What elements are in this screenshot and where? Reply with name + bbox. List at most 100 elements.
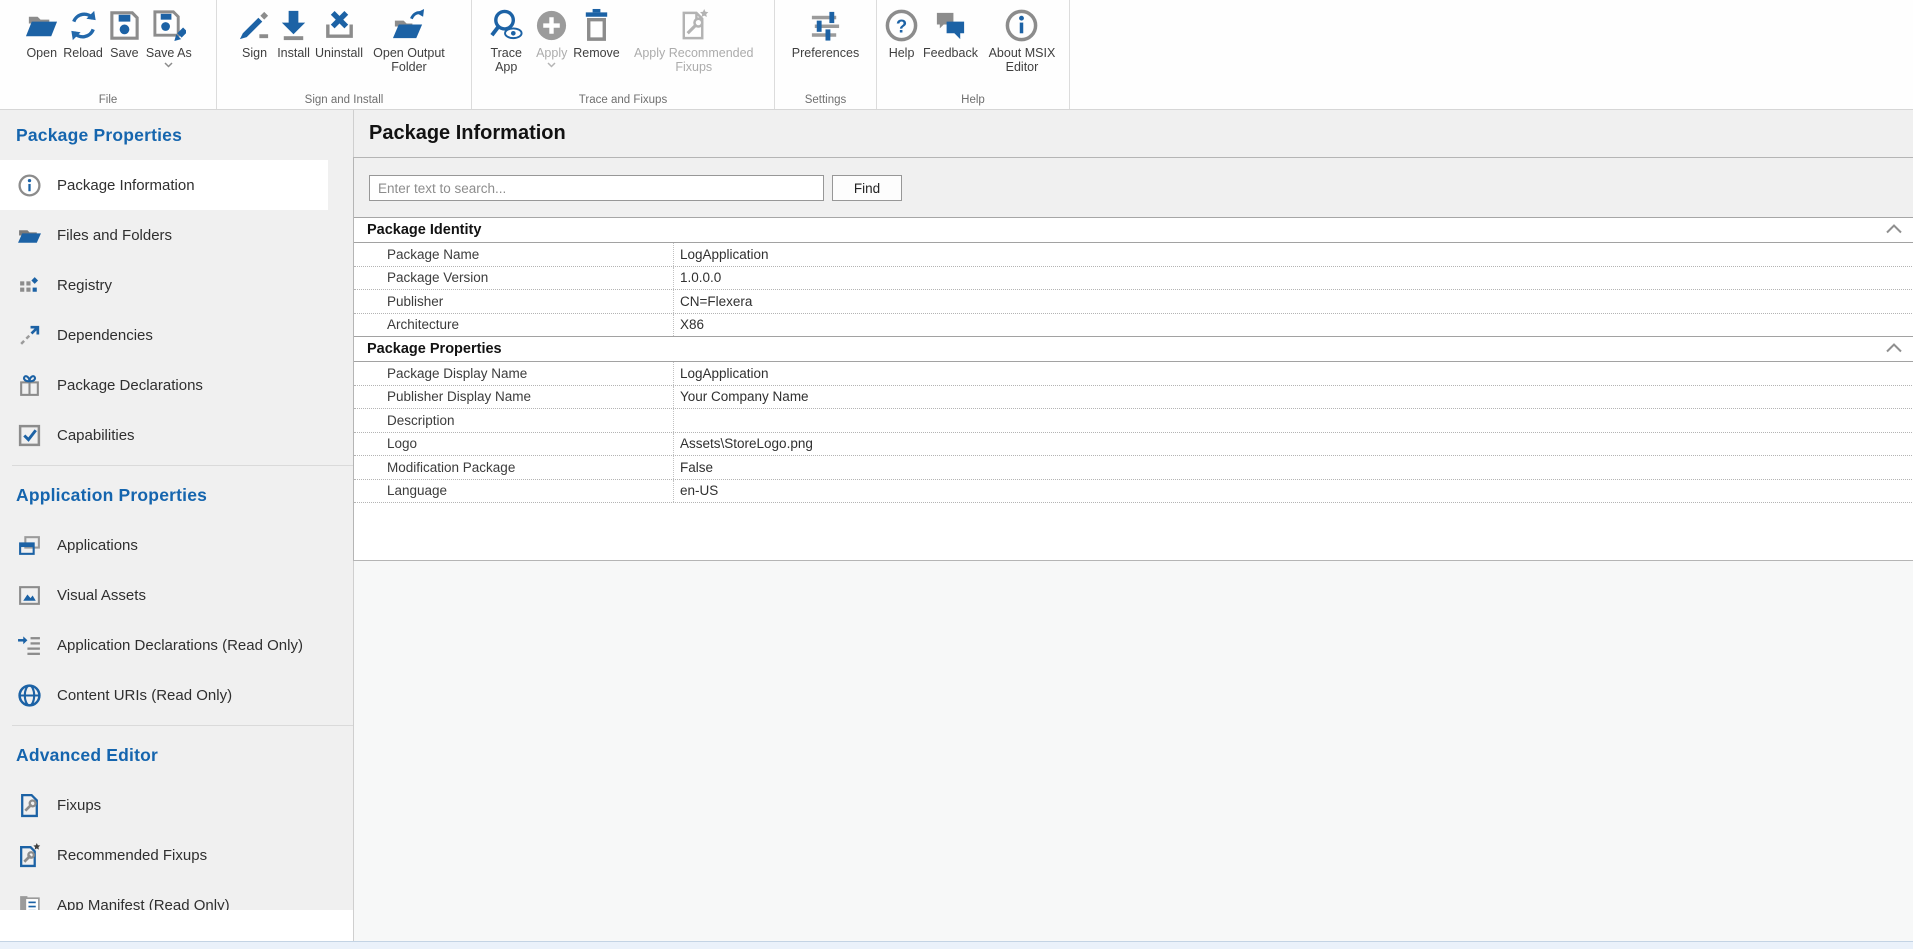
sidebar-item-fixups[interactable]: Fixups xyxy=(0,780,328,830)
sidebar-item-dependencies[interactable]: Dependencies xyxy=(0,310,328,360)
window-bottom-edge xyxy=(0,941,1913,949)
dropdown-chevron-icon[interactable] xyxy=(164,62,173,68)
button-label: Install xyxy=(277,46,310,60)
sidebar-item-label: Application Declarations (Read Only) xyxy=(57,637,303,654)
property-value[interactable]: LogApplication xyxy=(673,243,1913,266)
uninstall-x-icon xyxy=(322,8,357,43)
reload-icon xyxy=(66,8,101,43)
property-row: Logo Assets\StoreLogo.png xyxy=(354,433,1913,457)
property-value[interactable]: Your Company Name xyxy=(673,386,1913,409)
sidebar-item-app-manifest[interactable]: App Manifest (Read Only) xyxy=(0,880,328,910)
ribbon-toolbar: Open Reload Save Save As File Sign xyxy=(0,0,1913,110)
find-button[interactable]: Find xyxy=(832,175,902,201)
reload-button[interactable]: Reload xyxy=(61,7,105,61)
sidebar-item-label: Capabilities xyxy=(57,427,135,444)
sidebar-item-recommended-fixups[interactable]: Recommended Fixups xyxy=(0,830,328,880)
property-row: Publisher Display Name Your Company Name xyxy=(354,386,1913,410)
sidebar-item-files-and-folders[interactable]: Files and Folders xyxy=(0,210,328,260)
save-button[interactable]: Save xyxy=(105,7,144,61)
help-button[interactable]: ? Help xyxy=(882,7,921,61)
sidebar-item-label: Fixups xyxy=(57,797,101,814)
property-value[interactable]: LogApplication xyxy=(673,362,1913,385)
search-input[interactable] xyxy=(369,175,824,201)
sidebar-item-label: Registry xyxy=(57,277,112,294)
app-windows-icon xyxy=(17,533,42,558)
button-label: Apply xyxy=(536,46,567,60)
button-label: Open Output Folder xyxy=(367,46,451,74)
sidebar-item-visual-assets[interactable]: Visual Assets xyxy=(0,570,328,620)
button-label: Reload xyxy=(63,46,103,60)
feedback-button[interactable]: Feedback xyxy=(921,7,980,61)
open-button[interactable]: Open xyxy=(22,7,61,61)
sidebar-item-registry[interactable]: Registry xyxy=(0,260,328,310)
collapse-section-button[interactable] xyxy=(1885,224,1903,234)
property-value[interactable]: en-US xyxy=(673,480,1913,503)
about-msix-editor-button[interactable]: About MSIX Editor xyxy=(980,7,1064,75)
trace-app-button[interactable]: Trace App xyxy=(480,7,532,75)
property-row: Language en-US xyxy=(354,480,1913,504)
ribbon-group-label: File xyxy=(0,94,216,106)
dropdown-chevron-icon[interactable] xyxy=(547,62,556,68)
property-value[interactable]: CN=Flexera xyxy=(673,290,1913,313)
uninstall-button[interactable]: Uninstall xyxy=(313,7,365,61)
search-bar: Find xyxy=(354,158,1913,218)
property-label: Publisher xyxy=(354,290,673,313)
image-mountains-icon xyxy=(17,583,42,608)
button-label: Feedback xyxy=(923,46,978,60)
ribbon-group-label: Settings xyxy=(775,94,876,106)
property-label: Publisher Display Name xyxy=(354,386,673,409)
property-value[interactable]: X86 xyxy=(673,314,1913,337)
property-value[interactable]: Assets\StoreLogo.png xyxy=(673,433,1913,456)
about-info-icon xyxy=(1004,8,1039,43)
sidebar-item-package-declarations[interactable]: Package Declarations xyxy=(0,360,328,410)
section-header-package-properties: Package Properties xyxy=(354,337,1913,362)
preferences-sliders-icon xyxy=(808,8,843,43)
sign-pencil-icon xyxy=(237,8,272,43)
msix-editor-window: Open Reload Save Save As File Sign xyxy=(0,0,1913,949)
open-output-folder-icon xyxy=(391,8,426,43)
preferences-button[interactable]: Preferences xyxy=(790,7,861,61)
sign-button[interactable]: Sign xyxy=(235,7,274,61)
property-label: Package Name xyxy=(354,243,673,266)
property-row: Package Name LogApplication xyxy=(354,243,1913,267)
sidebar-item-label: Applications xyxy=(57,537,138,554)
save-as-button[interactable]: Save As xyxy=(144,7,194,69)
apply-recommended-fixups-button[interactable]: Apply Recommended Fixups xyxy=(622,7,766,75)
property-label: Modification Package xyxy=(354,456,673,479)
ribbon-group-settings: Preferences Settings xyxy=(775,0,877,109)
sidebar-item-applications[interactable]: Applications xyxy=(0,520,328,570)
sidebar-item-capabilities[interactable]: Capabilities xyxy=(0,410,328,460)
sidebar-item-label: Recommended Fixups xyxy=(57,847,207,864)
sidebar-item-label: Content URIs (Read Only) xyxy=(57,687,232,704)
property-value[interactable] xyxy=(673,409,1913,432)
sidebar-item-application-declarations[interactable]: Application Declarations (Read Only) xyxy=(0,620,328,670)
open-output-folder-button[interactable]: Open Output Folder xyxy=(365,7,453,75)
save-as-icon xyxy=(151,8,186,43)
collapse-section-button[interactable] xyxy=(1885,343,1903,353)
sidebar-separator xyxy=(0,720,353,730)
property-label: Logo xyxy=(354,433,673,456)
property-row: Architecture X86 xyxy=(354,314,1913,338)
property-value[interactable]: False xyxy=(673,456,1913,479)
feedback-bubbles-icon xyxy=(933,8,968,43)
property-label: Architecture xyxy=(354,314,673,337)
sidebar-separator xyxy=(0,460,353,470)
button-label: Sign xyxy=(242,46,267,60)
property-label: Package Version xyxy=(354,267,673,290)
sidebar-item-content-uris[interactable]: Content URIs (Read Only) xyxy=(0,670,328,720)
property-label: Package Display Name xyxy=(354,362,673,385)
install-button[interactable]: Install xyxy=(274,7,313,61)
page-title: Package Information xyxy=(354,110,1913,157)
help-question-icon: ? xyxy=(884,8,919,43)
apply-recommended-fixups-icon xyxy=(676,8,711,43)
ribbon-group-label: Sign and Install xyxy=(217,94,471,106)
property-row: Package Display Name LogApplication xyxy=(354,362,1913,386)
property-value[interactable]: 1.0.0.0 xyxy=(673,267,1913,290)
property-row: Package Version 1.0.0.0 xyxy=(354,267,1913,291)
sidebar-section-header: Package Properties xyxy=(0,110,353,160)
sidebar-item-package-information[interactable]: Package Information xyxy=(0,160,328,210)
apply-button[interactable]: Apply xyxy=(532,7,571,69)
save-icon xyxy=(107,8,142,43)
wrench-doc-icon xyxy=(17,793,42,818)
remove-button[interactable]: Remove xyxy=(571,7,622,61)
